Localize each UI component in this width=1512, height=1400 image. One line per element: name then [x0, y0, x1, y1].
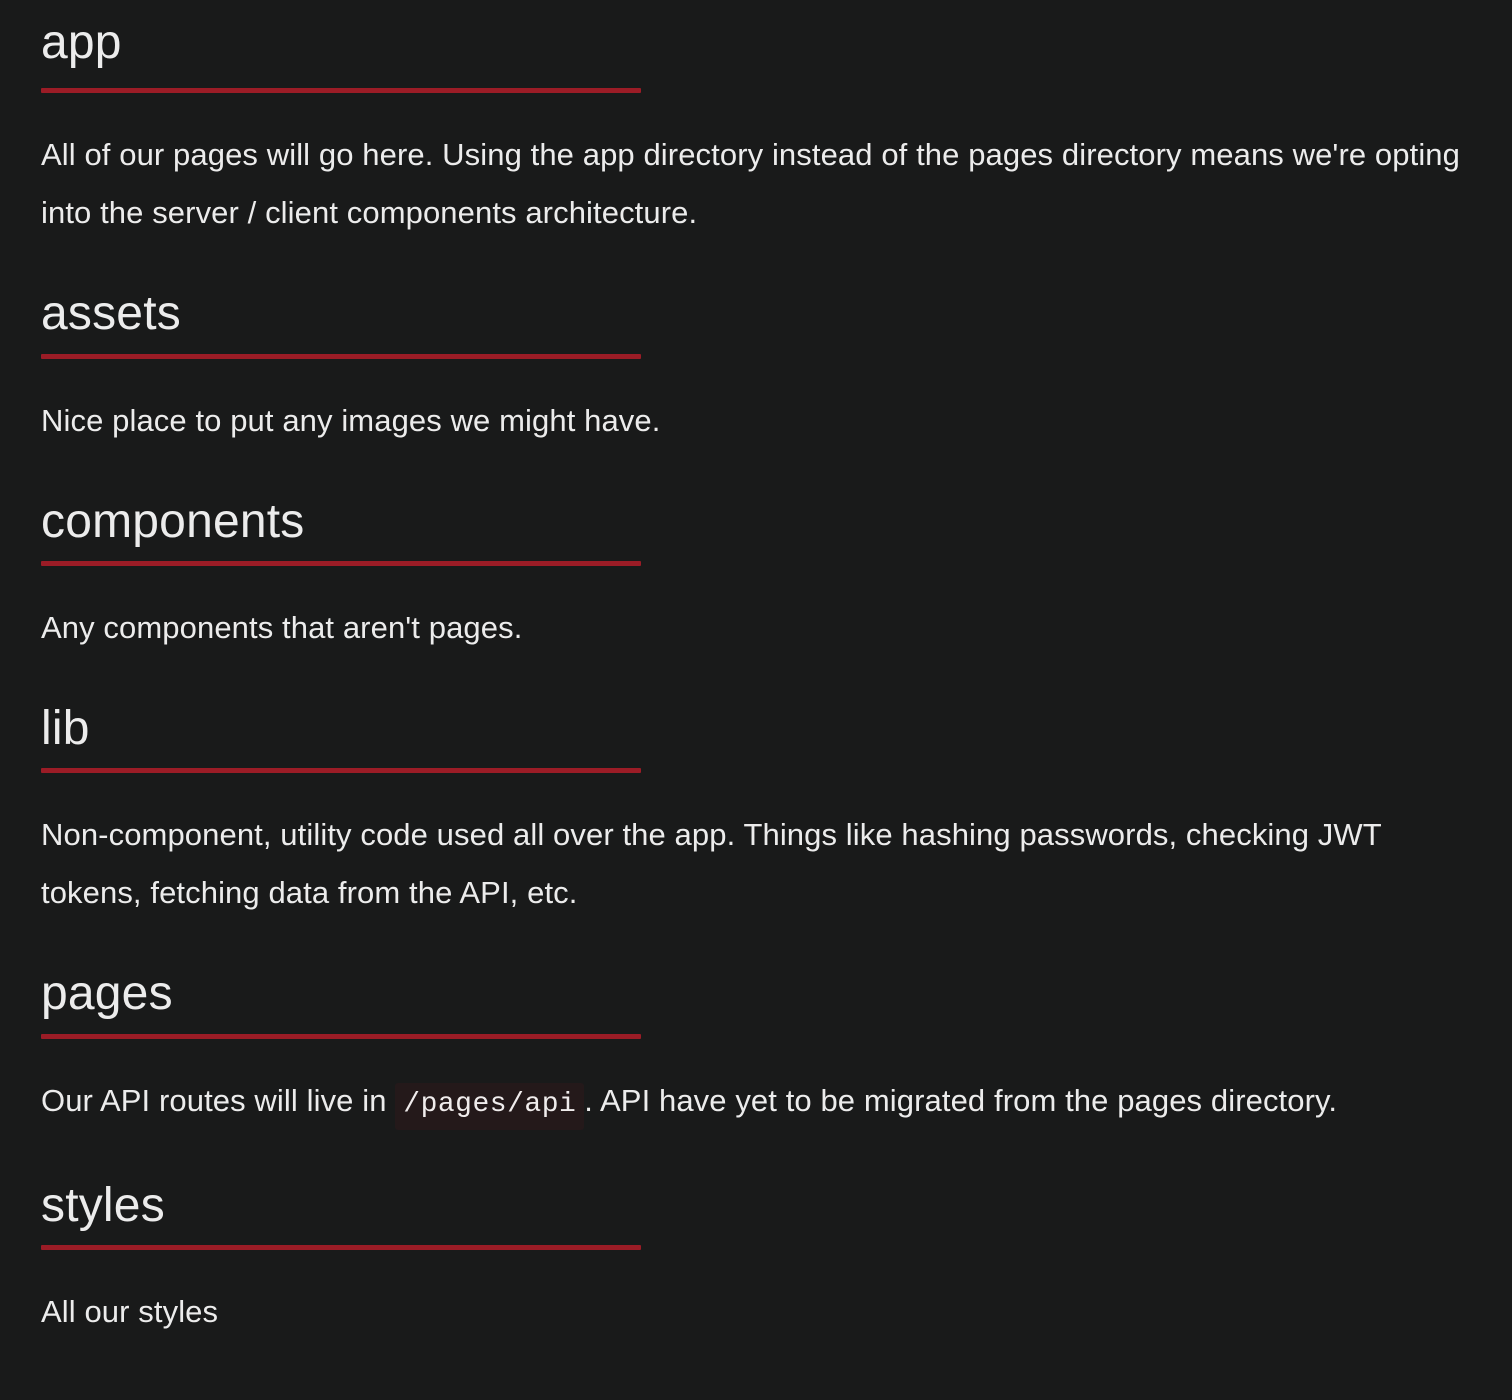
section-divider	[41, 561, 641, 566]
section-divider	[41, 88, 641, 93]
description-text: Our API routes will live in	[41, 1083, 396, 1118]
section-styles: styles All our styles	[41, 1134, 1481, 1341]
section-title: components	[41, 495, 305, 548]
section-divider	[41, 768, 641, 773]
section-title: styles	[41, 1179, 165, 1232]
section-divider	[41, 1245, 641, 1250]
section-description: Any components that aren't pages.	[41, 610, 523, 645]
document-content: app All of our pages will go here. Using…	[41, 0, 1481, 1341]
section-divider	[41, 1034, 641, 1039]
section-description: All our styles	[41, 1294, 219, 1329]
section-assets: assets Nice place to put any images we m…	[41, 242, 1481, 450]
description-text: . API have yet to be migrated from the p…	[584, 1083, 1338, 1118]
section-description: All of our pages will go here. Using the…	[41, 137, 1460, 230]
section-description: Non-component, utility code used all ove…	[41, 817, 1382, 910]
section-components: components Any components that aren't pa…	[41, 450, 1481, 657]
section-description: Nice place to put any images we might ha…	[41, 403, 661, 438]
section-title: lib	[41, 702, 90, 755]
section-description: Our API routes will live in /pages/api. …	[41, 1072, 1481, 1134]
section-pages: pages Our API routes will live in /pages…	[41, 922, 1481, 1134]
section-lib: lib Non-component, utility code used all…	[41, 657, 1481, 922]
section-title: app	[41, 16, 122, 69]
section-divider	[41, 354, 641, 359]
inline-code-path: /pages/api	[395, 1083, 585, 1130]
section-title: assets	[41, 287, 181, 340]
section-title: pages	[41, 967, 173, 1020]
section-app: app All of our pages will go here. Using…	[41, 0, 1481, 242]
